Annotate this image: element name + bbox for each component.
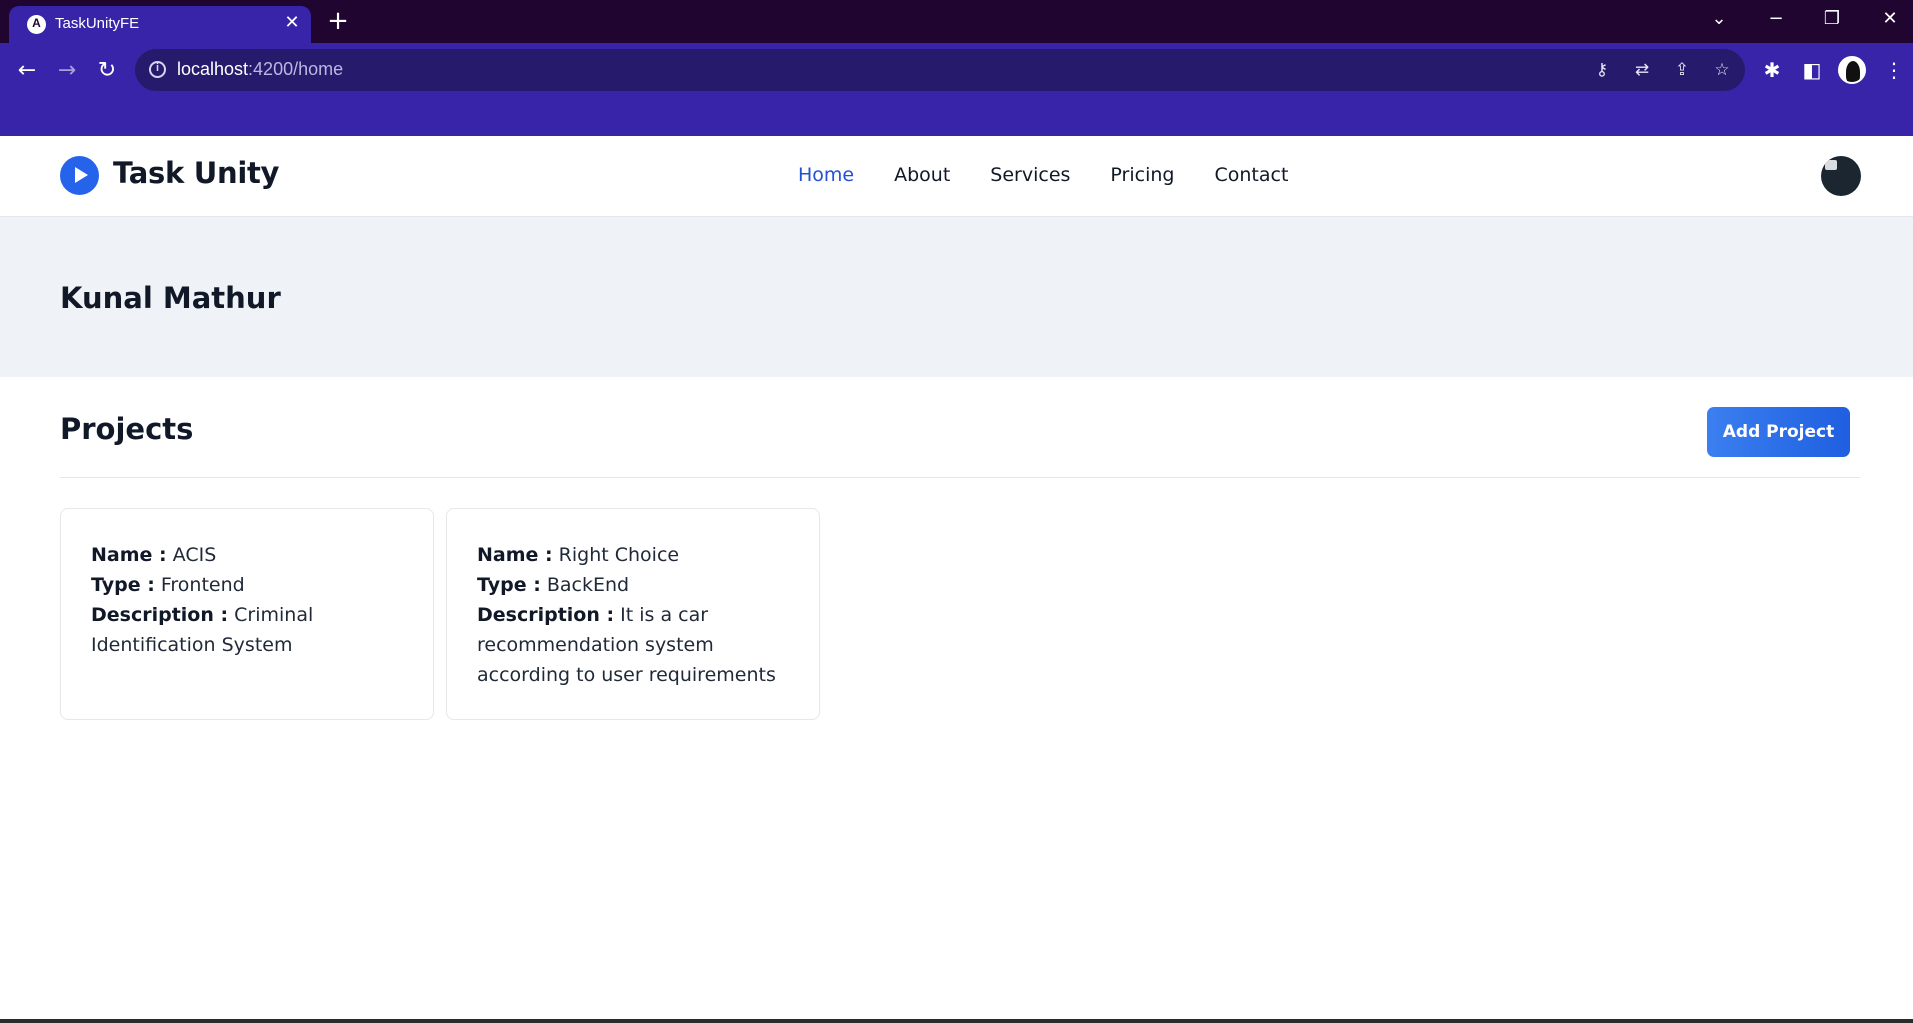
tab-title: TaskUnityFE bbox=[55, 15, 140, 32]
page: Task Unity Home About Services Pricing C… bbox=[0, 136, 1913, 1023]
nav-about[interactable]: About bbox=[894, 164, 950, 186]
taskbar-edge bbox=[0, 1019, 1913, 1023]
window-close-icon[interactable]: ✕ bbox=[1870, 6, 1910, 32]
side-panel-icon[interactable]: ◧ bbox=[1798, 56, 1826, 84]
user-name: Kunal Mathur bbox=[60, 281, 281, 315]
section-divider bbox=[60, 477, 1860, 478]
address-url[interactable]: localhost:4200/home bbox=[177, 59, 343, 80]
reload-icon[interactable]: ↻ bbox=[92, 56, 122, 86]
brand-name[interactable]: Task Unity bbox=[113, 156, 279, 190]
nav-home[interactable]: Home bbox=[798, 164, 854, 186]
site-header: Task Unity Home About Services Pricing C… bbox=[0, 136, 1913, 217]
angular-favicon-icon: A bbox=[27, 15, 46, 34]
nav-pricing[interactable]: Pricing bbox=[1110, 164, 1174, 186]
key-icon[interactable]: ⚷ bbox=[1591, 59, 1613, 81]
project-type: Type : BackEnd bbox=[477, 574, 630, 596]
minimize-icon[interactable]: − bbox=[1756, 6, 1796, 32]
project-name: Name : ACIS bbox=[91, 544, 217, 566]
browser-tab[interactable]: A TaskUnityFE ✕ bbox=[9, 6, 311, 43]
project-description: Description : Criminal Identification Sy… bbox=[91, 604, 314, 656]
browser-toolbar: ← → ↻ i localhost:4200/home ⚷ ⇄ ⇪ ☆ ✱ ◧ … bbox=[0, 43, 1913, 136]
nav-services[interactable]: Services bbox=[990, 164, 1070, 186]
share-icon[interactable]: ⇪ bbox=[1671, 59, 1693, 81]
project-card[interactable]: Name : ACIS Type : Frontend Description … bbox=[60, 508, 434, 720]
logo-play-icon[interactable] bbox=[60, 156, 99, 195]
nav-contact[interactable]: Contact bbox=[1214, 164, 1288, 186]
projects-title: Projects bbox=[60, 412, 194, 446]
restore-icon[interactable]: ❐ bbox=[1812, 6, 1852, 32]
translate-icon[interactable]: ⇄ bbox=[1631, 59, 1653, 81]
bookmark-star-icon[interactable]: ☆ bbox=[1711, 59, 1733, 81]
browser-menu-icon[interactable]: ⋮ bbox=[1880, 56, 1908, 84]
project-card[interactable]: Name : Right Choice Type : BackEnd Descr… bbox=[446, 508, 820, 720]
project-type: Type : Frontend bbox=[91, 574, 245, 596]
browser-tab-strip: A TaskUnityFE ✕ + ⌄ − ❐ ✕ bbox=[0, 0, 1913, 43]
forward-arrow-icon[interactable]: → bbox=[52, 56, 82, 86]
project-name: Name : Right Choice bbox=[477, 544, 680, 566]
add-project-button[interactable]: Add Project bbox=[1707, 407, 1850, 457]
main-nav: Home About Services Pricing Contact bbox=[798, 164, 1328, 186]
profile-banner: Kunal Mathur bbox=[0, 217, 1913, 377]
user-avatar[interactable] bbox=[1821, 156, 1861, 196]
tab-search-chevron-icon[interactable]: ⌄ bbox=[1699, 6, 1739, 32]
extensions-puzzle-icon[interactable]: ✱ bbox=[1758, 56, 1786, 84]
tab-close-icon[interactable]: ✕ bbox=[281, 12, 303, 34]
project-description: Description : It is a car recommendation… bbox=[477, 604, 776, 686]
new-tab-icon[interactable]: + bbox=[325, 8, 351, 34]
site-info-icon[interactable]: i bbox=[149, 61, 166, 78]
browser-profile-avatar[interactable] bbox=[1838, 56, 1866, 84]
address-bar[interactable]: i localhost:4200/home ⚷ ⇄ ⇪ ☆ bbox=[135, 49, 1745, 91]
back-arrow-icon[interactable]: ← bbox=[12, 56, 42, 86]
